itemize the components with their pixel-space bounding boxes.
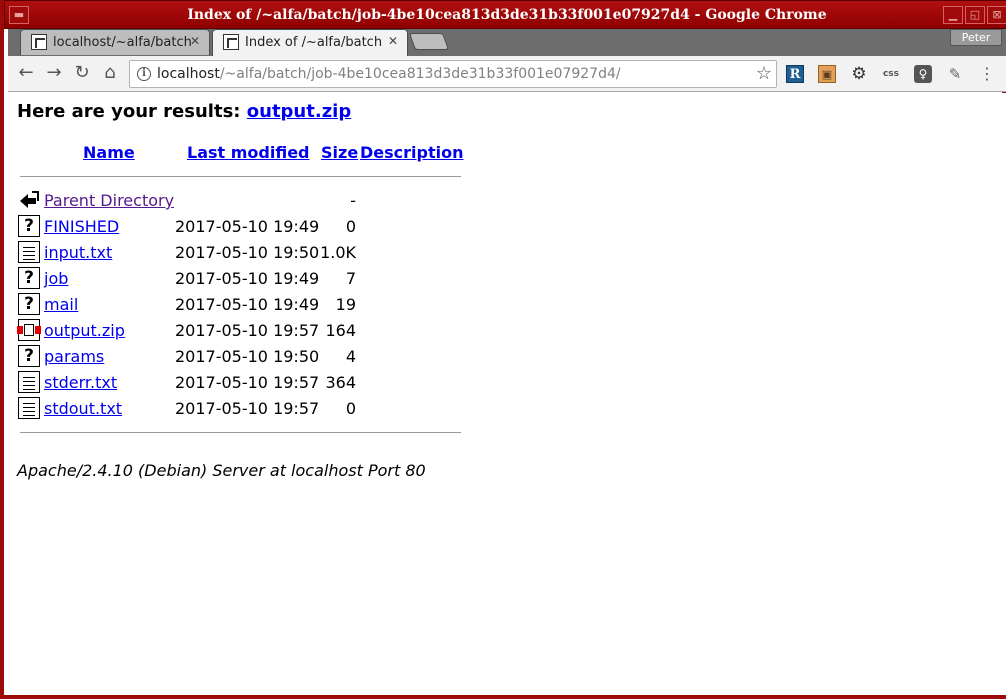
file-size: 0: [345, 399, 356, 418]
file-size: 1.0K: [320, 243, 356, 262]
tab-strip: localhost/~alfa/batch ✕ Index of /~alfa/…: [8, 29, 1006, 56]
table-row: ? job 2017-05-10 19:49 7: [18, 267, 468, 291]
file-size: 19: [335, 295, 356, 314]
maximize-button[interactable]: ◱: [965, 6, 985, 24]
file-size: 364: [325, 373, 356, 392]
file-link[interactable]: stdout.txt: [44, 399, 122, 418]
tab-close-icon[interactable]: ✕: [388, 34, 398, 48]
column-header-size[interactable]: Size: [321, 143, 358, 162]
table-row: stderr.txt 2017-05-10 19:57 364: [18, 371, 468, 395]
file-size: 7: [345, 269, 356, 288]
file-modified: 2017-05-10 19:50: [175, 243, 320, 262]
url-host: localhost: [157, 66, 220, 82]
new-tab-button[interactable]: [408, 33, 450, 50]
feather-icon[interactable]: ✎: [946, 65, 964, 83]
file-size: 164: [325, 321, 356, 340]
text-file-icon: [18, 241, 40, 263]
bag-icon[interactable]: ▣: [818, 65, 836, 83]
table-row: ? params 2017-05-10 19:50 4: [18, 345, 468, 369]
results-link[interactable]: output.zip: [247, 101, 351, 122]
more-menu-icon[interactable]: ⋮: [978, 65, 996, 83]
file-modified: 2017-05-10 19:50: [175, 347, 320, 366]
unknown-file-icon: ?: [18, 345, 40, 367]
divider: [20, 176, 461, 177]
browser-toolbar: ← → ↻ ⌂ i localhost/~alfa/batch/job-4be1…: [8, 56, 1006, 92]
arrow-right-icon: →: [46, 62, 62, 83]
bookmark-star-icon[interactable]: ☆: [756, 63, 772, 84]
file-size: -: [350, 191, 356, 210]
text-file-icon: [18, 397, 40, 419]
minimize-icon: ▁: [948, 8, 958, 21]
lamp-icon[interactable]: ♀: [914, 65, 932, 83]
column-header-last-modified[interactable]: Last modified: [187, 143, 310, 162]
tab-localhost[interactable]: localhost/~alfa/batch ✕: [20, 29, 210, 55]
file-modified: 2017-05-10 19:49: [175, 295, 320, 314]
table-row: ? mail 2017-05-10 19:49 19: [18, 293, 468, 317]
file-size: 0: [345, 217, 356, 236]
file-size: 4: [345, 347, 356, 366]
gear-icon[interactable]: ⚙: [850, 65, 868, 83]
results-prefix: Here are your results:: [17, 101, 241, 122]
column-header-description[interactable]: Description: [360, 143, 463, 162]
file-modified: 2017-05-10 19:49: [175, 217, 320, 236]
file-link[interactable]: input.txt: [44, 243, 112, 262]
file-modified: 2017-05-10 19:57: [175, 399, 320, 418]
minimize-button[interactable]: ▁: [943, 6, 963, 24]
table-row: output.zip 2017-05-10 19:57 164: [17, 319, 468, 343]
tab-close-icon[interactable]: ✕: [190, 34, 200, 48]
back-icon: [20, 191, 39, 208]
table-row: input.txt 2017-05-10 19:50 1.0K: [18, 241, 468, 265]
file-modified: 2017-05-10 19:49: [175, 269, 320, 288]
file-link[interactable]: FINISHED: [44, 217, 119, 236]
unknown-file-icon: ?: [18, 267, 40, 289]
file-link[interactable]: Parent Directory: [44, 191, 174, 210]
file-link[interactable]: job: [44, 269, 68, 288]
table-row: ? FINISHED 2017-05-10 19:49 0: [18, 215, 468, 239]
maximize-icon: ◱: [969, 8, 981, 21]
window-title: Index of /~alfa/batch/job-4be10cea813d3d…: [187, 7, 827, 23]
r-extension-icon[interactable]: R: [786, 65, 804, 83]
file-link[interactable]: params: [44, 347, 104, 366]
back-button[interactable]: ←: [14, 62, 38, 86]
column-header-name[interactable]: Name: [83, 143, 135, 162]
tab-index-of[interactable]: Index of /~alfa/batch ✕: [212, 29, 408, 56]
css-extension-icon[interactable]: css: [882, 65, 900, 83]
reload-icon: ↻: [74, 62, 90, 83]
info-icon[interactable]: i: [137, 67, 151, 81]
file-modified: 2017-05-10 19:57: [175, 373, 320, 392]
compressed-file-icon: [17, 319, 41, 341]
tab-label: Index of /~alfa/batch: [245, 35, 383, 50]
page-favicon-icon: [223, 34, 239, 50]
divider: [20, 432, 461, 433]
server-signature: Apache/2.4.10 (Debian) Server at localho…: [17, 461, 426, 480]
arrow-left-icon: ←: [18, 62, 34, 83]
close-icon: ⊠: [992, 8, 1002, 21]
text-file-icon: [18, 371, 40, 393]
address-bar[interactable]: i localhost/~alfa/batch/job-4be10cea813d…: [129, 60, 777, 88]
file-link[interactable]: output.zip: [44, 321, 125, 340]
home-button[interactable]: ⌂: [98, 62, 122, 86]
home-icon: ⌂: [104, 62, 116, 83]
url-text[interactable]: localhost/~alfa/batch/job-4be10cea813d3d…: [157, 66, 621, 82]
profile-button[interactable]: Peter: [950, 29, 1002, 46]
reload-button[interactable]: ↻: [70, 62, 94, 86]
tab-label: localhost/~alfa/batch: [53, 35, 191, 50]
file-modified: 2017-05-10 19:57: [175, 321, 320, 340]
results-heading: Here are your results: output.zip: [17, 101, 351, 122]
table-row: stdout.txt 2017-05-10 19:57 0: [18, 397, 468, 421]
page-favicon-icon: [31, 34, 47, 50]
window-titlebar[interactable]: ▬ Index of /~alfa/batch/job-4be10cea813d…: [4, 0, 1006, 29]
unknown-file-icon: ?: [18, 215, 40, 237]
close-window-button[interactable]: ⊠: [987, 6, 1006, 24]
file-link[interactable]: stderr.txt: [44, 373, 117, 392]
url-path: /~alfa/batch/job-4be10cea813d3de31b33f00…: [219, 66, 621, 82]
file-link[interactable]: mail: [44, 295, 78, 314]
page-content: Here are your results: output.zip Name L…: [8, 93, 1006, 695]
browser-window: ▬ Index of /~alfa/batch/job-4be10cea813d…: [0, 0, 1006, 699]
unknown-file-icon: ?: [18, 293, 40, 315]
forward-button[interactable]: →: [42, 62, 66, 86]
table-row: Parent Directory -: [18, 189, 468, 213]
